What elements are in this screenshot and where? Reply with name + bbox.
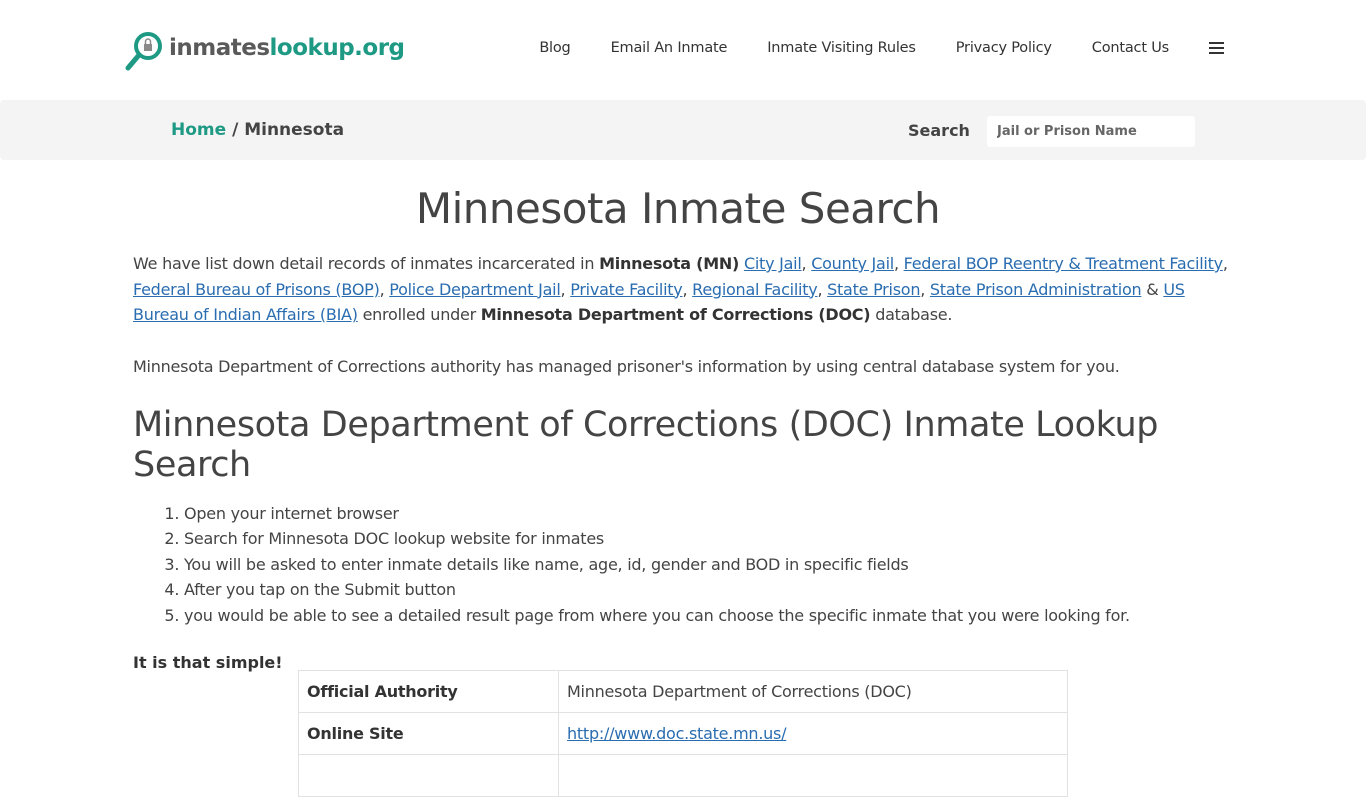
breadcrumb: Home / Minnesota [171, 120, 344, 140]
logo-text-part2: lookup.org [269, 35, 405, 61]
table-value [558, 754, 1068, 797]
main-nav: Blog Email An Inmate Inmate Visiting Rul… [499, 40, 1224, 56]
breadcrumb-separator: / [226, 120, 245, 140]
list-item: After you tap on the Submit button [184, 577, 1233, 603]
online-site-link[interactable]: http://www.doc.state.mn.us/ [567, 724, 787, 743]
table-row: Official Authority Minnesota Department … [298, 670, 1068, 713]
search-input[interactable] [987, 116, 1195, 147]
nav-email-an-inmate[interactable]: Email An Inmate [611, 40, 728, 56]
table-value: Minnesota Department of Corrections (DOC… [558, 670, 1068, 713]
site-logo[interactable]: inmateslookup.org [124, 30, 405, 72]
intro-text: database. [870, 305, 953, 324]
main-content: Minnesota Inmate Search We have list dow… [133, 160, 1233, 672]
nav-contact-us[interactable]: Contact Us [1092, 40, 1169, 56]
list-item: you would be able to see a detailed resu… [184, 603, 1233, 629]
magnifier-lock-icon [124, 30, 164, 72]
link-state-prison[interactable]: State Prison [827, 280, 920, 299]
separator: , [379, 279, 390, 299]
logo-text-part1: inmates [169, 35, 270, 61]
separator: , [1222, 254, 1228, 273]
nav-blog[interactable]: Blog [539, 40, 570, 56]
separator: & [1141, 279, 1164, 299]
table-key: Online Site [298, 712, 559, 755]
link-federal-bureau-of-prisons[interactable]: Federal Bureau of Prisons (BOP) [133, 280, 380, 299]
note-paragraph: Minnesota Department of Corrections auth… [133, 356, 1120, 376]
logo-text: inmateslookup.org [169, 35, 405, 61]
steps-list: Open your internet browser Search for Mi… [133, 501, 1233, 629]
page-title: Minnesota Inmate Search [415, 184, 941, 233]
intro-text: enrolled under [357, 305, 481, 324]
breadcrumb-bar: Home / Minnesota Search [0, 100, 1366, 160]
list-item: You will be asked to enter inmate detail… [184, 552, 1233, 578]
link-state-prison-administration[interactable]: State Prison Administration [930, 280, 1142, 299]
intro-state: Minnesota (MN) [599, 254, 740, 273]
table-row [298, 754, 1068, 797]
separator: , [817, 279, 828, 299]
hamburger-icon[interactable] [1209, 42, 1224, 54]
link-federal-bop-reentry[interactable]: Federal BOP Reentry & Treatment Facility [904, 254, 1223, 273]
separator: , [893, 254, 904, 273]
separator: , [920, 279, 930, 299]
intro-department: Minnesota Department of Corrections (DOC… [480, 305, 871, 324]
table-value: http://www.doc.state.mn.us/ [558, 712, 1068, 755]
separator: , [560, 279, 571, 299]
table-key [298, 754, 559, 797]
link-city-jail[interactable]: City Jail [744, 254, 802, 273]
link-private-facility[interactable]: Private Facility [570, 280, 683, 299]
nav-inmate-visiting-rules[interactable]: Inmate Visiting Rules [767, 40, 916, 56]
search-label: Search [908, 121, 970, 140]
breadcrumb-home[interactable]: Home [171, 120, 226, 140]
intro-paragraph: We have list down detail records of inma… [133, 251, 1233, 328]
info-table: Official Authority Minnesota Department … [298, 670, 1068, 797]
separator: , [682, 279, 693, 299]
table-row: Online Site http://www.doc.state.mn.us/ [298, 712, 1068, 755]
table-key: Official Authority [298, 670, 559, 713]
nav-privacy-policy[interactable]: Privacy Policy [956, 40, 1052, 56]
link-regional-facility[interactable]: Regional Facility [692, 280, 818, 299]
site-header: inmateslookup.org Blog Email An Inmate I… [0, 0, 1366, 100]
intro-text: We have list down detail records of inma… [133, 254, 600, 273]
link-county-jail[interactable]: County Jail [811, 254, 894, 273]
link-police-department-jail[interactable]: Police Department Jail [389, 280, 561, 299]
separator: , [801, 254, 812, 273]
list-item: Search for Minnesota DOC lookup website … [184, 526, 1233, 552]
list-item: Open your internet browser [184, 501, 1233, 527]
breadcrumb-current: Minnesota [244, 120, 345, 140]
section-heading: Minnesota Department of Corrections (DOC… [133, 404, 1159, 485]
